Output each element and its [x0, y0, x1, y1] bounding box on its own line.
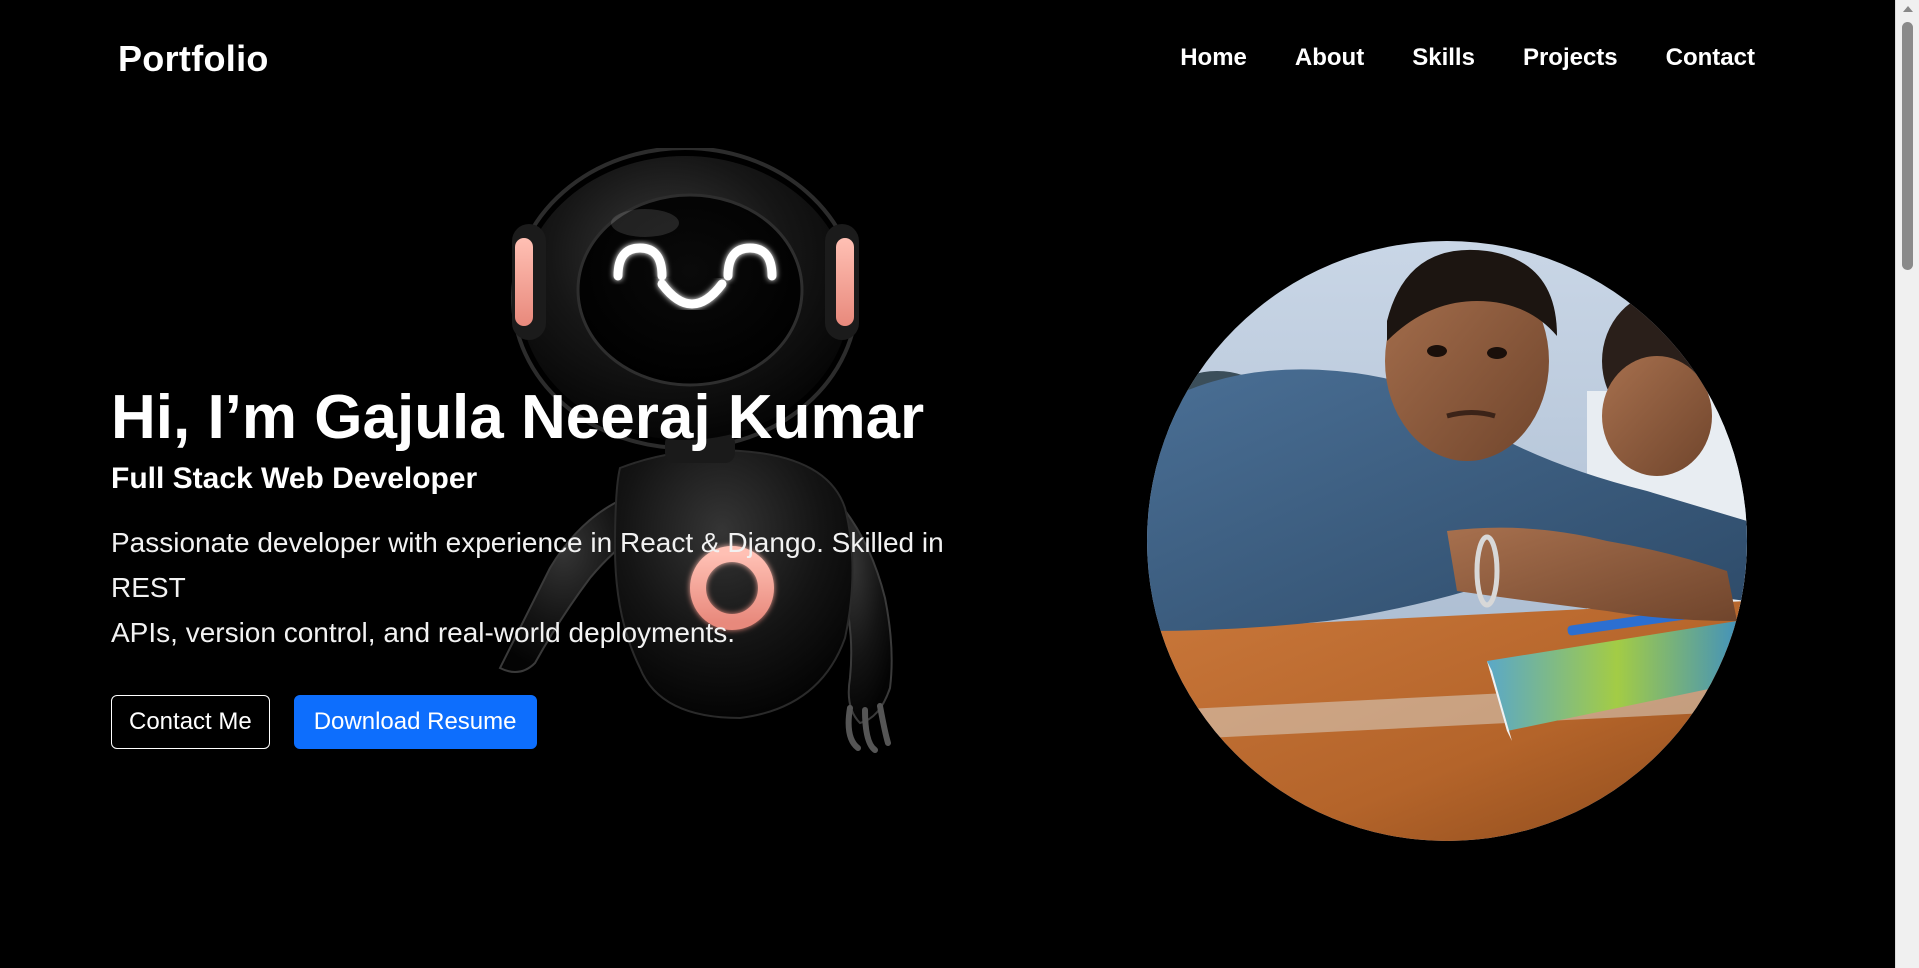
nav-link-contact[interactable]: Contact [1666, 44, 1755, 72]
hero-section: Hi, I’m Gajula Neeraj Kumar Full Stack W… [111, 380, 1011, 749]
hero-buttons: Contact Me Download Resume [111, 695, 1011, 749]
hero-description-line-1: Passionate developer with experience in … [111, 527, 944, 603]
nav-link-skills[interactable]: Skills [1412, 44, 1475, 72]
hero-description-line-2: APIs, version control, and real-world de… [111, 617, 736, 648]
scroll-thumb[interactable] [1902, 22, 1913, 270]
brand-logo[interactable]: Portfolio [118, 38, 269, 80]
hero-subtitle: Full Stack Web Developer [111, 462, 478, 495]
hero-title: Hi, I’m Gajula Neeraj Kumar [111, 383, 925, 452]
nav-links: Home About Skills Projects Contact [1180, 44, 1755, 72]
nav-link-projects[interactable]: Projects [1523, 44, 1618, 72]
nav-link-about[interactable]: About [1295, 44, 1364, 72]
page-scrollbar[interactable] [1895, 0, 1919, 968]
nav-link-home[interactable]: Home [1180, 44, 1247, 72]
scroll-up-arrow-icon[interactable] [1903, 6, 1913, 12]
hero-description: Passionate developer with experience in … [111, 520, 1011, 655]
contact-me-button[interactable]: Contact Me [111, 695, 270, 749]
profile-photo [1147, 241, 1747, 841]
page: Portfolio Home About Skills Projects Con… [0, 0, 1919, 968]
download-resume-button[interactable]: Download Resume [293, 695, 537, 749]
profile-photo-image [1147, 241, 1747, 841]
navbar: Portfolio Home About Skills Projects Con… [0, 0, 1895, 122]
